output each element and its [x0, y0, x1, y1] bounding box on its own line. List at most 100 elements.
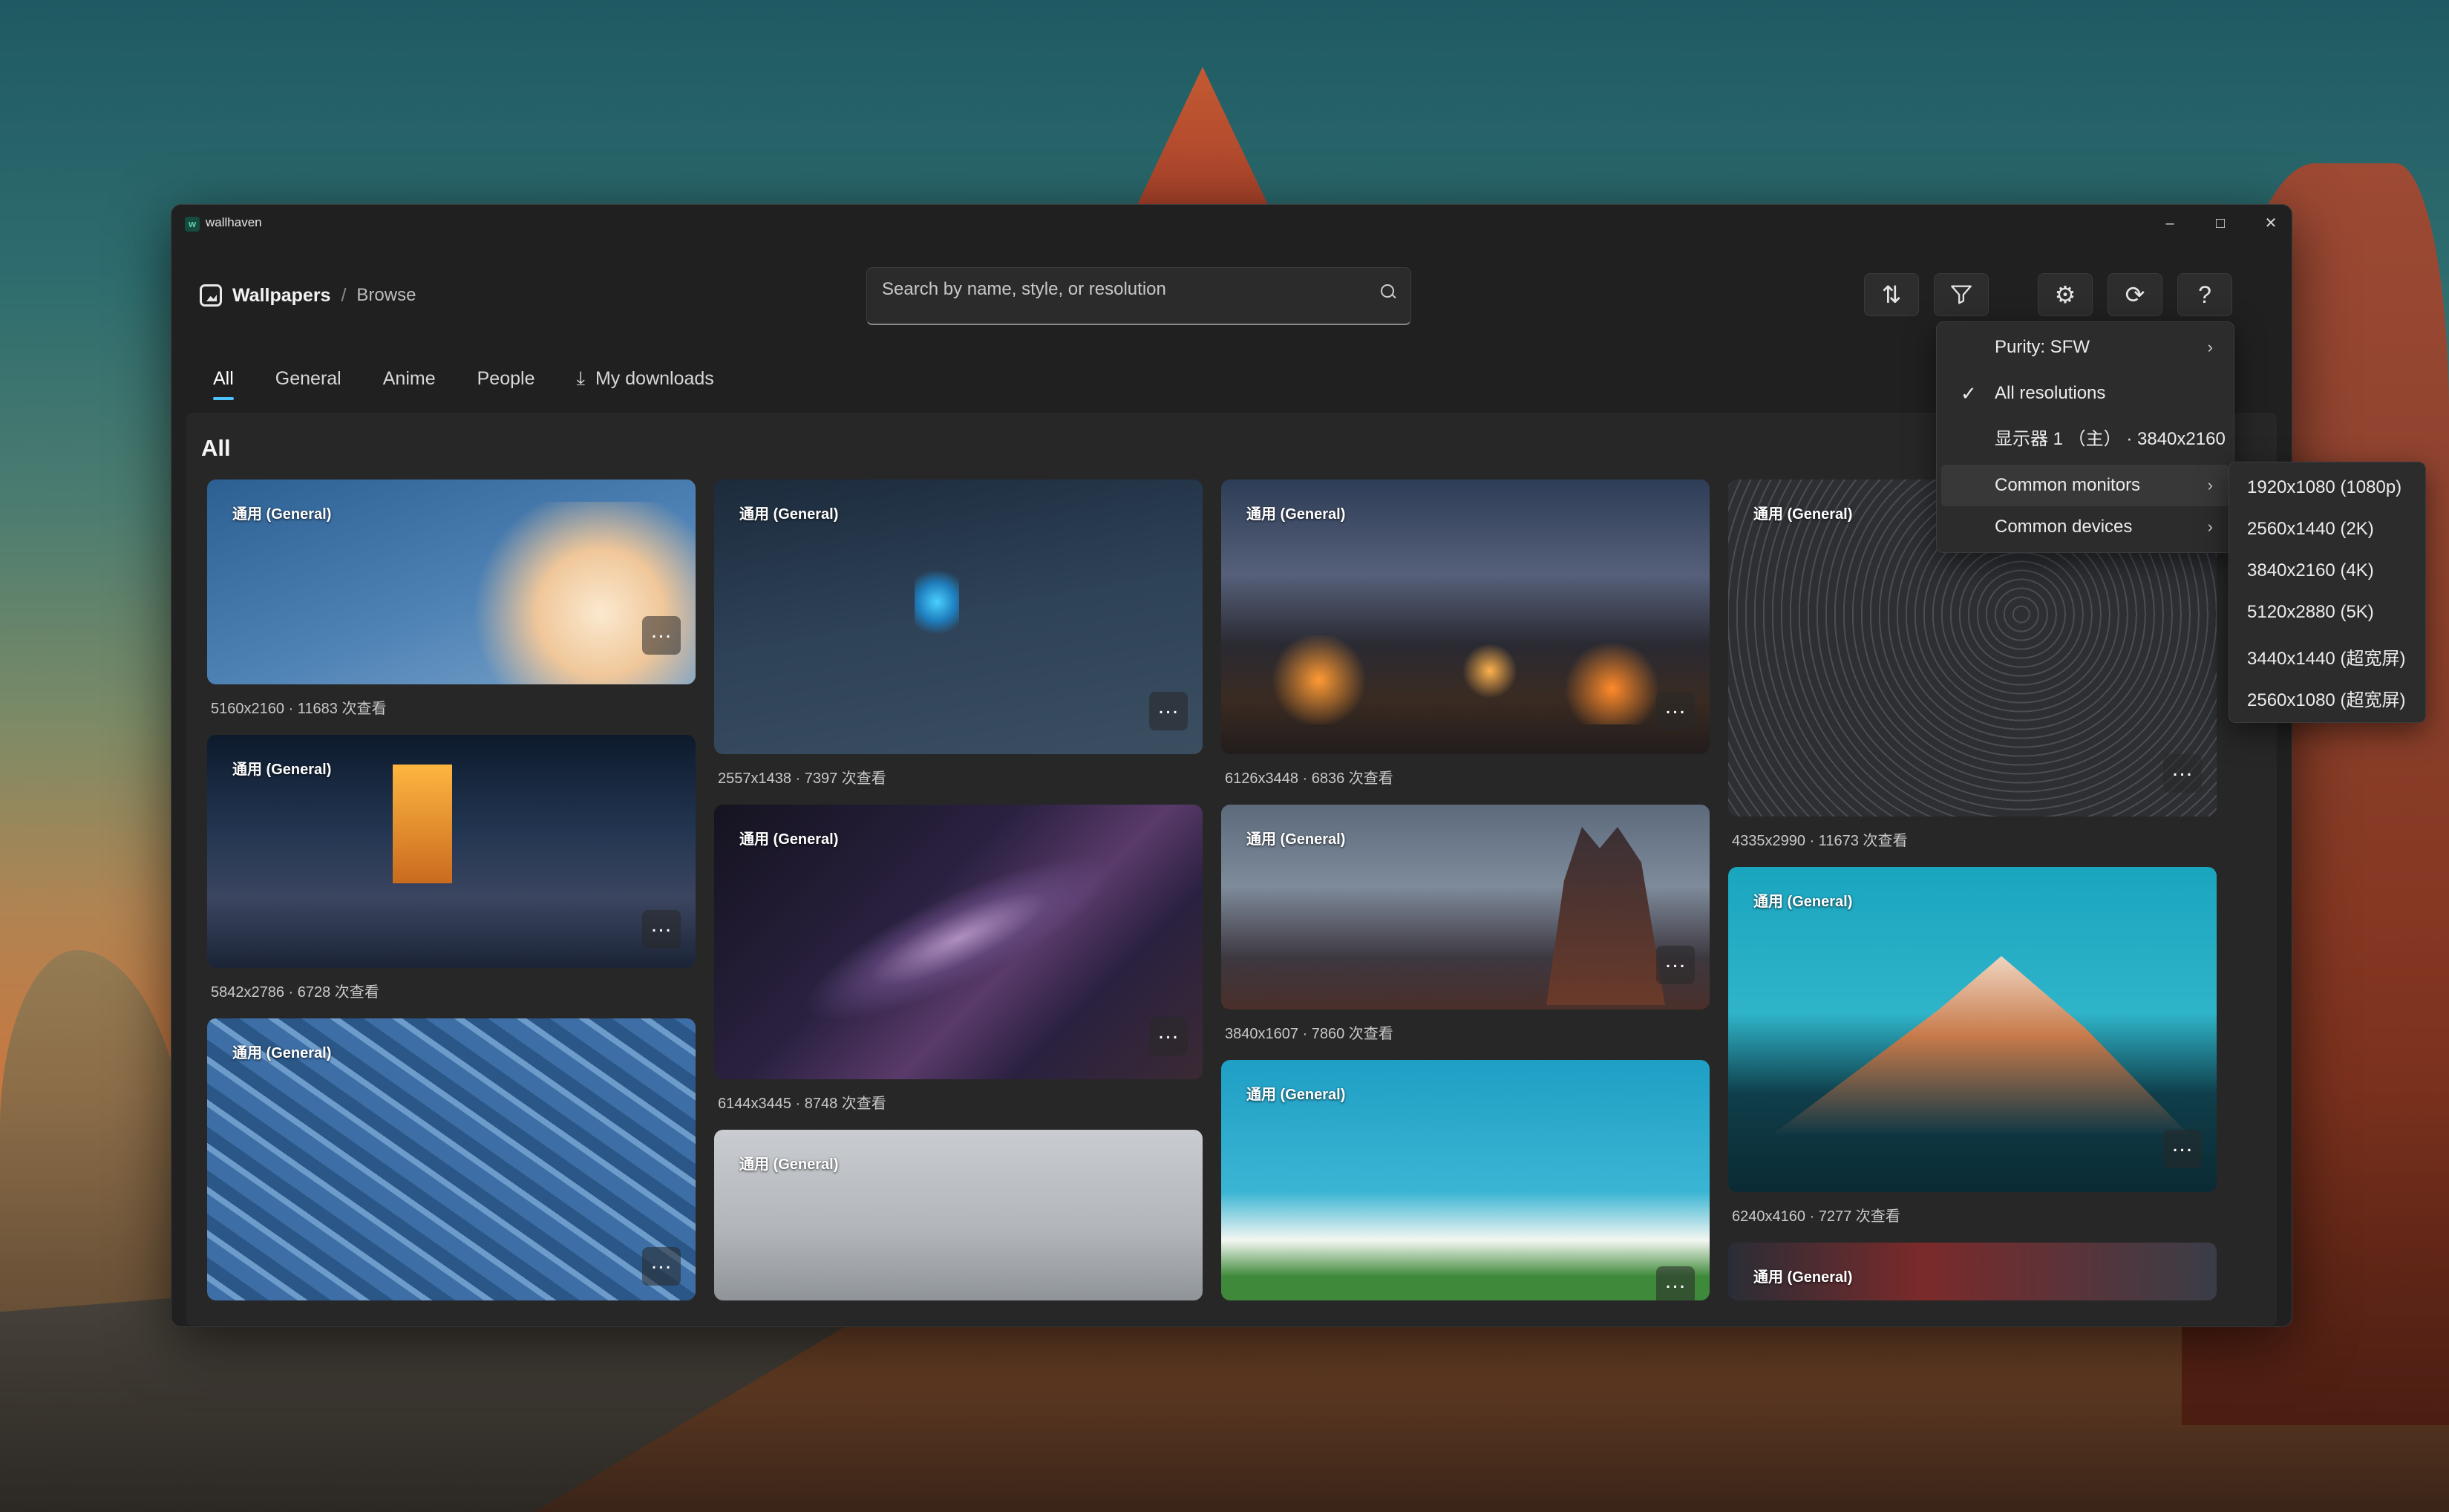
chevron-right-icon: ›: [2207, 517, 2213, 536]
submenu-item[interactable]: 3840x2160 (4K): [2247, 560, 2374, 581]
filter-icon: [1951, 285, 1972, 304]
refresh-icon: ⟳: [2125, 281, 2145, 308]
submenu-item[interactable]: 1920x1080 (1080p): [2247, 477, 2401, 498]
filter-button[interactable]: [1934, 273, 1989, 316]
title-bar[interactable]: w wallhaven – □ ✕: [171, 205, 2292, 242]
wallpaper-card[interactable]: 通用 (General) …: [207, 735, 696, 968]
wallpaper-card[interactable]: 通用 (General) …: [714, 805, 1203, 1079]
download-icon: ⤓: [576, 367, 585, 389]
close-button[interactable]: ✕: [2246, 205, 2292, 242]
menu-item-label: 显示器 1 （主） · 3840x2160: [1995, 429, 2226, 449]
section-title: All: [201, 435, 231, 461]
tab-label: All: [213, 367, 234, 389]
wallpaper-card[interactable]: 通用 (General) …: [1728, 867, 2217, 1192]
monitor-submenu: 1920x1080 (1080p) 2560x1440 (2K) 3840x21…: [2229, 462, 2426, 723]
tab-anime[interactable]: Anime: [383, 368, 436, 397]
gear-icon: ⚙: [2054, 281, 2076, 308]
check-icon: ✓: [1961, 382, 1977, 405]
breadcrumb-separator: /: [341, 284, 347, 306]
card-image-town-lights: [1221, 635, 1710, 724]
wallpapers-icon: [200, 284, 222, 307]
card-image-city: [393, 765, 452, 883]
menu-item-display-1[interactable]: 显示器 1 （主） · 3840x2160: [1941, 419, 2229, 460]
card-tag: 通用 (General): [739, 1156, 839, 1173]
search-placeholder: Search by name, style, or resolution: [882, 279, 1166, 299]
search-icon[interactable]: [1381, 284, 1394, 298]
app-name: wallhaven: [206, 215, 262, 229]
tab-people[interactable]: People: [477, 368, 535, 397]
menu-item-label: Common monitors: [1995, 475, 2141, 495]
refresh-button[interactable]: ⟳: [2108, 273, 2162, 316]
more-options-button[interactable]: …: [642, 910, 681, 949]
wallpaper-card[interactable]: 通用 (General) …: [1221, 1060, 1710, 1300]
more-options-button[interactable]: …: [1656, 946, 1695, 984]
card-tag: 通用 (General): [1246, 506, 1346, 523]
app-logo-icon: w: [185, 217, 200, 232]
card-image-castle: [1546, 827, 1665, 1005]
sort-button[interactable]: ⇅: [1864, 273, 1919, 316]
card-meta: 6126x3448 · 6836 次查看: [1225, 770, 1393, 787]
wallpaper-card[interactable]: 通用 (General): [1728, 1243, 2217, 1300]
card-image-milkyway: [785, 825, 1133, 1051]
menu-item-label: Purity: SFW: [1995, 337, 2090, 357]
breadcrumb: Wallpapers / Browse: [200, 281, 416, 310]
card-meta: 5842x2786 · 6728 次查看: [211, 984, 379, 1001]
tab-general[interactable]: General: [275, 368, 341, 397]
more-options-button[interactable]: …: [1656, 692, 1695, 730]
tab-label: My downloads: [595, 368, 714, 389]
more-options-button[interactable]: …: [1149, 692, 1188, 730]
help-button[interactable]: ?: [2177, 273, 2232, 316]
filter-menu: Purity: SFW › ✓ All resolutions 显示器 1 （主…: [1936, 321, 2234, 553]
tab-label: Anime: [382, 367, 436, 389]
maximize-button[interactable]: □: [2195, 205, 2246, 242]
card-tag: 通用 (General): [739, 831, 839, 848]
search-input[interactable]: Search by name, style, or resolution: [866, 267, 1411, 325]
card-tag: 通用 (General): [232, 762, 332, 778]
submenu-item[interactable]: 2560x1440 (2K): [2247, 519, 2374, 540]
more-options-button[interactable]: …: [642, 1247, 681, 1286]
card-tag: 通用 (General): [232, 506, 332, 523]
wallpaper-card[interactable]: 通用 (General): [714, 1130, 1203, 1300]
card-tag: 通用 (General): [1246, 831, 1346, 848]
menu-item-common-monitors[interactable]: Common monitors ›: [1941, 465, 2229, 506]
card-image-mountain: [1773, 956, 2188, 1134]
breadcrumb-current: Browse: [356, 285, 416, 305]
card-image-clouds: [458, 502, 696, 684]
menu-item-purity[interactable]: Purity: SFW ›: [1941, 327, 2229, 368]
card-tag: 通用 (General): [1753, 506, 1853, 523]
minimize-button[interactable]: –: [2145, 205, 2195, 242]
menu-item-all-resolutions[interactable]: ✓ All resolutions: [1941, 373, 2229, 414]
more-options-button[interactable]: …: [2163, 1130, 2202, 1168]
settings-button[interactable]: ⚙: [2038, 273, 2093, 316]
more-options-button[interactable]: …: [2163, 754, 2202, 793]
wallpaper-card[interactable]: 通用 (General) …: [1221, 805, 1710, 1009]
card-meta: 2557x1438 · 7397 次查看: [718, 770, 886, 787]
tab-label: People: [477, 367, 535, 389]
tab-my-downloads[interactable]: ⤓ My downloads: [576, 367, 713, 398]
tab-all[interactable]: All: [213, 367, 234, 400]
card-meta: 6240x4160 · 7277 次查看: [1732, 1208, 1900, 1225]
chevron-right-icon: ›: [2207, 338, 2213, 356]
more-options-button[interactable]: …: [642, 616, 681, 655]
menu-item-common-devices[interactable]: Common devices ›: [1941, 506, 2229, 548]
sort-icon: ⇅: [1881, 281, 1902, 308]
wallpaper-card[interactable]: 通用 (General) …: [207, 1018, 696, 1300]
card-image-figure: [915, 561, 959, 643]
desktop-tree-top: [1136, 67, 1269, 208]
card-meta: 6144x3445 · 8748 次查看: [718, 1096, 886, 1112]
more-options-button[interactable]: …: [1149, 1017, 1188, 1056]
card-tag: 通用 (General): [232, 1045, 332, 1061]
wallpaper-card[interactable]: 通用 (General) …: [207, 480, 696, 684]
submenu-item[interactable]: 3440x1440 (超宽屏): [2247, 644, 2405, 670]
menu-item-label: All resolutions: [1995, 383, 2106, 403]
card-meta: 3840x1607 · 7860 次查看: [1225, 1026, 1393, 1042]
wallpaper-card[interactable]: 通用 (General) …: [1221, 480, 1710, 754]
submenu-item[interactable]: 5120x2880 (5K): [2247, 602, 2374, 623]
card-tag: 通用 (General): [1753, 1269, 1853, 1286]
card-meta: 4335x2990 · 11673 次查看: [1732, 833, 1908, 849]
breadcrumb-title[interactable]: Wallpapers: [232, 285, 330, 307]
submenu-item[interactable]: 2560x1080 (超宽屏): [2247, 685, 2405, 711]
more-options-button[interactable]: …: [1656, 1266, 1695, 1300]
wallpaper-card[interactable]: 通用 (General) …: [714, 480, 1203, 754]
chevron-right-icon: ›: [2207, 476, 2213, 494]
